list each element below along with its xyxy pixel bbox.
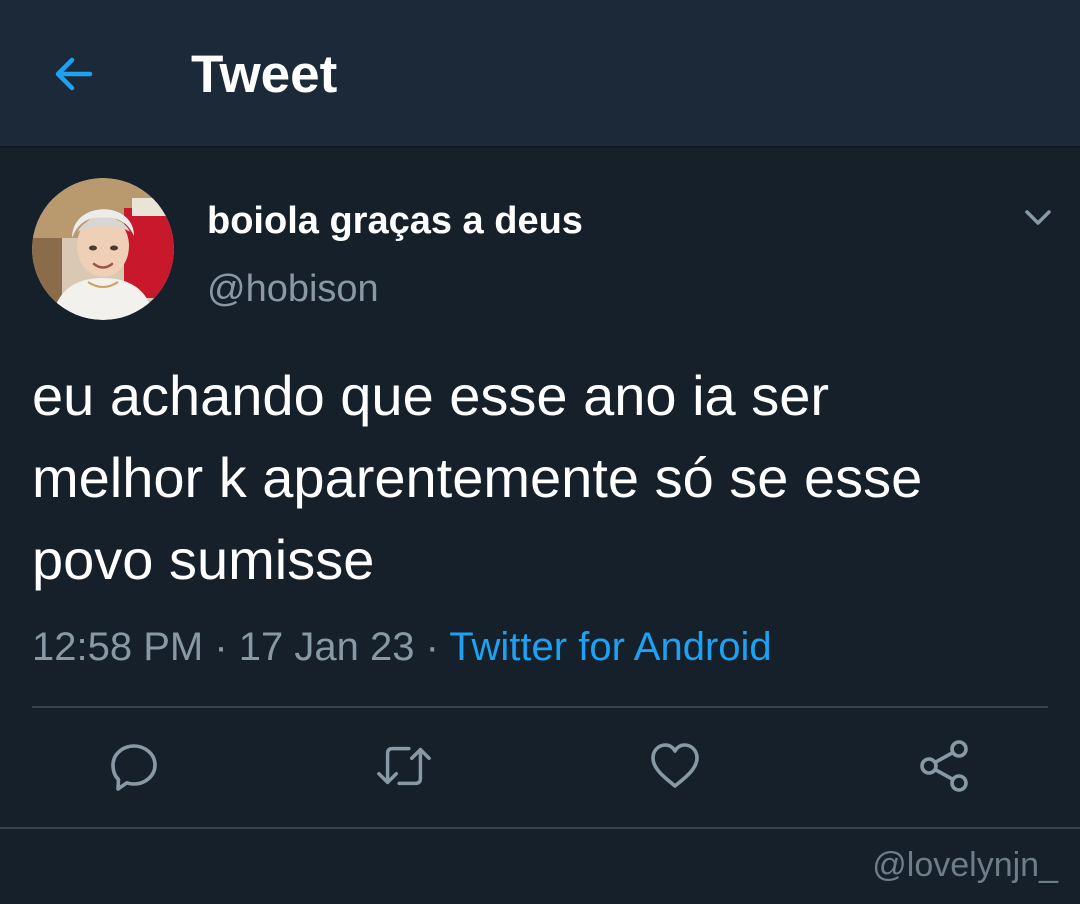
tweet-text: eu achando que esse ano ia ser melhor k …	[32, 364, 923, 591]
tweet-menu-button[interactable]	[1016, 196, 1060, 240]
meta-separator: ·	[414, 625, 450, 669]
share-button[interactable]	[917, 738, 973, 794]
like-button[interactable]	[647, 738, 703, 794]
user-handle[interactable]: @hobison	[207, 267, 379, 311]
tweet-meta: 12:58 PM · 17 Jan 23 · Twitter for Andro…	[32, 623, 772, 671]
share-icon	[920, 740, 968, 792]
reply-icon	[111, 744, 157, 791]
watermark: @lovelynjn_	[872, 846, 1058, 884]
divider	[0, 827, 1080, 829]
meta-separator: ·	[203, 625, 239, 669]
user-avatar-icon	[32, 178, 174, 320]
tweet-date: 17 Jan 23	[238, 625, 415, 669]
display-name[interactable]: boiola graças a deus	[207, 199, 583, 243]
tweet-source-link[interactable]: Twitter for Android	[449, 625, 771, 669]
retweet-button[interactable]	[376, 738, 432, 794]
back-button[interactable]	[44, 44, 104, 104]
page-title: Tweet	[191, 45, 338, 104]
arrow-left-icon	[55, 57, 93, 91]
divider	[32, 706, 1048, 708]
like-icon	[651, 743, 699, 788]
retweet-icon	[377, 746, 431, 786]
reply-button[interactable]	[106, 738, 162, 794]
top-app-bar: Tweet	[0, 0, 1080, 148]
avatar[interactable]	[32, 178, 174, 320]
chevron-down-icon	[1025, 210, 1051, 225]
tweet-time: 12:58 PM	[32, 625, 204, 669]
